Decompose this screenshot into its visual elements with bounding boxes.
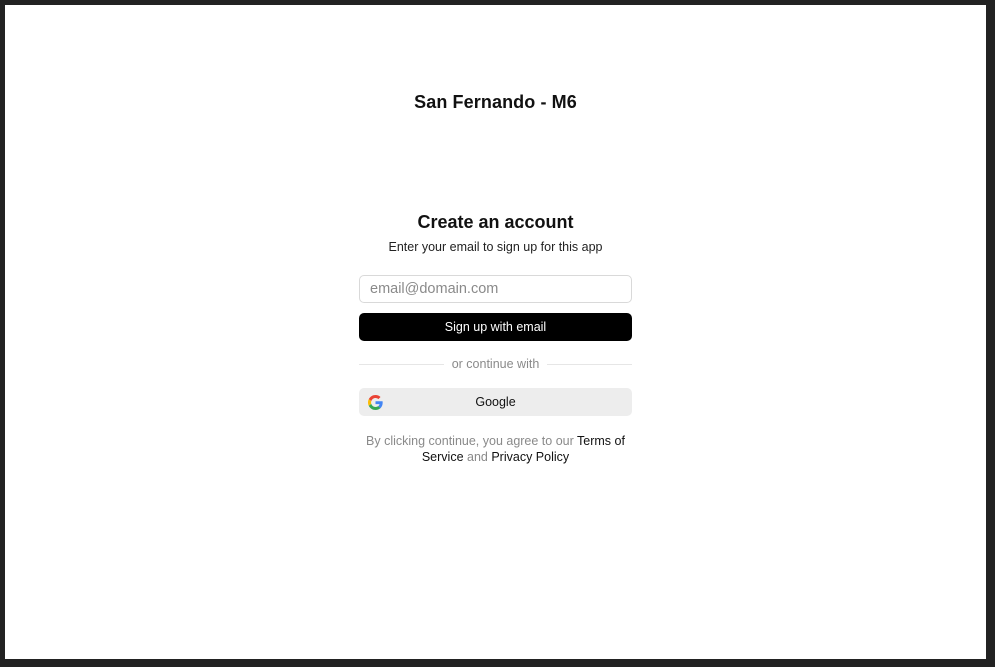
divider-line-right <box>547 363 632 365</box>
or-divider: or continue with <box>359 354 632 374</box>
legal-prefix: By clicking continue, you agree to our <box>366 434 578 448</box>
signup-heading: Create an account <box>417 212 574 232</box>
google-signin-button[interactable]: Google <box>359 388 632 416</box>
divider-text: or continue with <box>451 357 540 371</box>
sign-up-with-email-button[interactable]: Sign up with email <box>359 313 632 341</box>
signup-subheading: Enter your email to sign up for this app <box>388 240 603 254</box>
google-button-label: Google <box>475 395 516 409</box>
privacy-policy-link[interactable]: Privacy Policy <box>491 450 569 464</box>
email-input[interactable] <box>359 275 632 303</box>
google-icon <box>368 395 383 410</box>
legal-notice: By clicking continue, you agree to our T… <box>359 433 632 465</box>
signup-card: Create an account Enter your email to si… <box>359 210 632 465</box>
app-window: San Fernando - M6 Create an account Ente… <box>5 5 986 659</box>
app-title: San Fernando - M6 <box>414 92 577 112</box>
legal-conjunction: and <box>463 450 492 464</box>
divider-line-left <box>359 363 444 365</box>
